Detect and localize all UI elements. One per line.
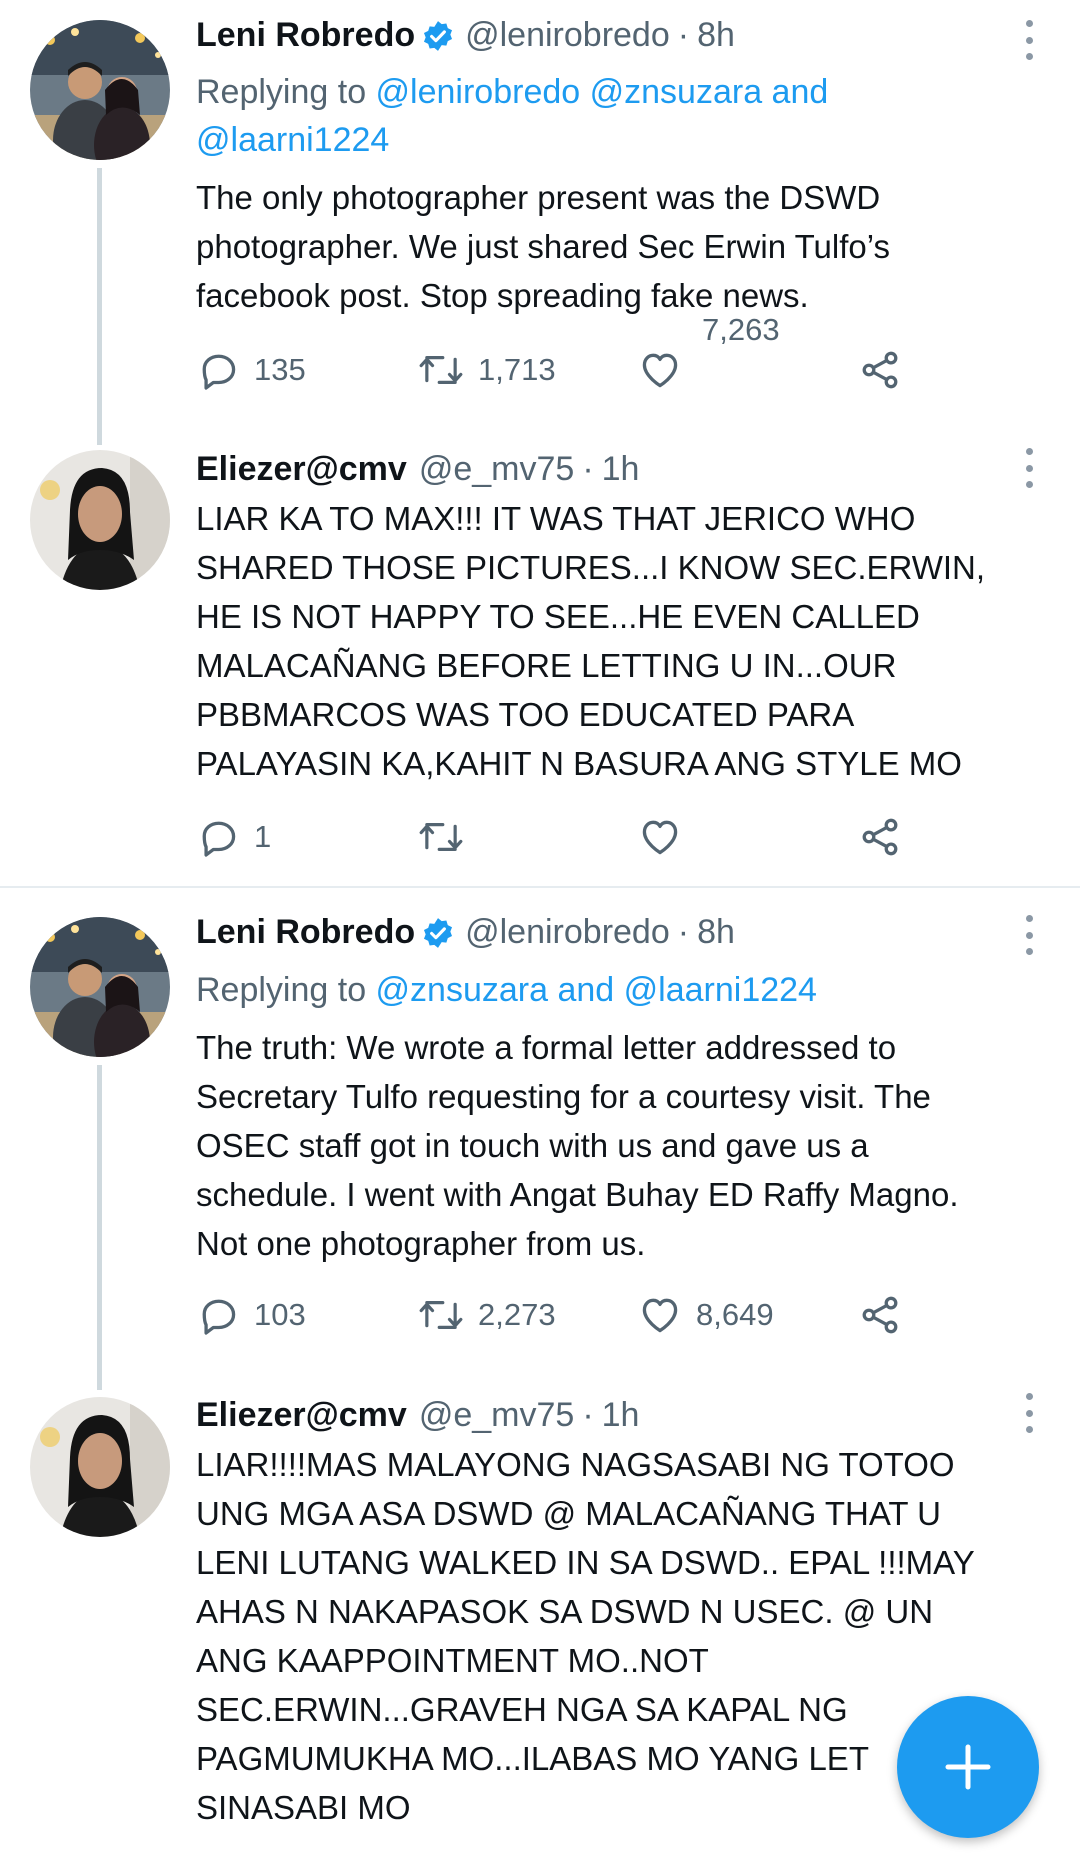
tweet-header: Leni Robredo @lenirobredo · 8h [196,16,735,55]
avatar[interactable] [30,1397,170,1537]
retweet-icon [419,356,463,384]
share-icon [862,351,898,389]
more-icon[interactable] [1022,1393,1036,1433]
retweet-icon [419,823,463,851]
more-icon[interactable] [1022,915,1036,955]
verified-badge-icon [421,19,455,53]
more-icon[interactable] [1022,448,1036,488]
replying-to-link[interactable]: @lenirobredo @znsuzara and [376,73,829,111]
handle[interactable]: @e_mv75 [419,1396,574,1435]
replying-to: Replying to @znsuzara and @laarni1224 [196,966,896,1014]
separator-dot: · [582,450,594,488]
tweet-header: Eliezer@cmv @e_mv75 · 1h [196,450,639,489]
like-count: 8,649 [696,1297,774,1332]
timestamp[interactable]: 8h [697,16,735,55]
like-button[interactable]: 8,649 [638,1293,774,1337]
handle[interactable]: @e_mv75 [419,450,574,489]
display-name[interactable]: Leni Robredo [196,16,415,55]
share-icon [862,1296,898,1334]
more-icon[interactable] [1022,20,1036,60]
handle[interactable]: @lenirobredo [465,913,670,952]
retweet-count: 2,273 [478,1297,556,1332]
like-count: 7,263 [702,312,780,347]
reply-count: 135 [254,352,306,387]
display-name[interactable]: Leni Robredo [196,913,415,952]
display-name[interactable]: Eliezer@cmv [196,450,407,489]
replying-to-link[interactable]: @laarni1224 [196,121,389,159]
thread-line [97,168,102,445]
retweet-count: 1,713 [478,352,556,387]
replying-to: Replying to @lenirobredo @znsuzara and @… [196,68,896,164]
reply-button[interactable]: 1 [196,815,271,859]
heart-icon [642,1298,678,1333]
avatar[interactable] [30,450,170,590]
share-button[interactable] [858,815,902,859]
tweet-text: The truth: We wrote a formal letter addr… [196,1029,959,1262]
tweet-header: Eliezer@cmv @e_mv75 · 1h [196,1396,639,1435]
display-name[interactable]: Eliezer@cmv [196,1396,407,1435]
replying-to-link[interactable]: @znsuzara and @laarni1224 [376,971,817,1009]
heart-icon [642,353,678,388]
timestamp[interactable]: 8h [697,913,735,952]
handle[interactable]: @lenirobredo [465,16,670,55]
tweet-header: Leni Robredo @lenirobredo · 8h [196,913,735,952]
timestamp[interactable]: 1h [602,1396,640,1435]
reply-icon [202,821,236,857]
plus-icon [945,1744,991,1790]
timestamp[interactable]: 1h [602,450,640,489]
tweet-text: LIAR KA TO MAX!!! IT WAS THAT JERICO WHO… [196,500,986,782]
retweet-icon [419,1301,463,1329]
share-button[interactable] [858,348,902,392]
replying-to-prefix: Replying to [196,971,376,1009]
separator-dot: · [582,1396,594,1434]
like-button[interactable] [638,815,682,859]
avatar[interactable] [30,917,170,1057]
reply-count: 1 [254,819,272,854]
share-icon [862,818,898,856]
verified-badge-icon [421,916,455,950]
heart-icon [642,820,678,855]
retweet-button[interactable] [418,815,464,859]
thread-divider [0,886,1080,888]
replying-to-prefix: Replying to [196,73,376,111]
reply-button[interactable]: 135 [196,348,306,392]
compose-button[interactable] [897,1696,1039,1838]
reply-count: 103 [254,1297,306,1332]
share-button[interactable] [858,1293,902,1337]
reply-icon [202,1299,236,1335]
tweet-text: The only photographer present was the DS… [196,179,890,314]
like-button[interactable] [638,348,682,392]
thread-line [97,1065,102,1390]
separator-dot: · [677,16,690,54]
retweet-button[interactable]: 2,273 [418,1293,556,1337]
reply-button[interactable]: 103 [196,1293,306,1337]
separator-dot: · [677,913,690,951]
avatar[interactable] [30,20,170,160]
reply-icon [202,354,236,390]
retweet-button[interactable]: 1,713 [418,348,556,392]
